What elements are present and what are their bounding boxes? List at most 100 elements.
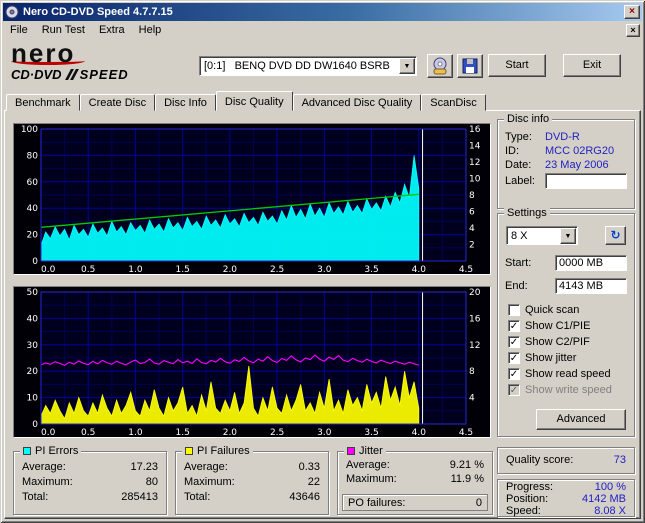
svg-text:16: 16 [469,125,481,135]
speed-value: 8.08 X [594,505,626,517]
floppy-icon [462,58,478,74]
end-label: End: [505,280,528,292]
app-window: Nero CD-DVD Speed 4.7.7.15 × File Run Te… [0,0,645,523]
checkbox-show-jitter[interactable]: ✓ Show jitter [508,350,634,366]
disc-label-field[interactable] [545,173,627,189]
checkbox-label: Show write speed [525,384,612,396]
maximum-label: Maximum: [346,473,397,485]
start-button[interactable]: Start [488,54,546,77]
advanced-button[interactable]: Advanced [536,409,626,430]
pi-failures-maximum: 22 [307,476,320,488]
exit-button[interactable]: Exit [563,54,621,77]
checkbox-label: Show C2/PIF [525,336,590,348]
tab-scandisc[interactable]: ScanDisc [421,94,486,111]
hand-disc-icon [433,57,447,75]
svg-text:8: 8 [469,367,475,377]
start-field[interactable]: 0000 MB [555,255,627,271]
checkbox-quick-scan[interactable]: Quick scan [508,302,634,318]
jitter-average: 9.21 % [449,459,484,471]
jitter-title: Jitter [359,445,383,457]
svg-text:10: 10 [469,175,481,185]
quality-score-label: Quality score: [506,454,574,466]
tab-create-disc[interactable]: Create Disc [79,94,156,111]
titlebar[interactable]: Nero CD-DVD Speed 4.7.7.15 × [3,3,642,21]
svg-text:3.5: 3.5 [364,265,378,275]
svg-text:4.0: 4.0 [412,428,427,438]
svg-text:0: 0 [32,257,38,267]
start-label: Start: [505,257,532,269]
drive-select[interactable]: [0:1] BENQ DVD DD DW1640 BSRB ▼ [199,56,417,76]
tab-disc-quality[interactable]: Disc Quality [215,91,293,111]
tab-benchmark[interactable]: Benchmark [6,94,80,111]
svg-text:0.5: 0.5 [81,265,95,275]
speed-select-value: 8 X [511,229,528,242]
svg-text:0.0: 0.0 [41,428,56,438]
pi-failures-color-swatch [185,447,193,455]
menu-run-test[interactable]: Run Test [35,22,92,38]
svg-text:30: 30 [27,341,39,351]
speed-select[interactable]: 8 X ▼ [506,226,578,245]
refresh-button[interactable]: ↻ [605,226,626,245]
checkbox-show-write-speed: ✓ Show write speed [508,382,634,398]
svg-text:20: 20 [469,288,481,298]
total-label: Total: [184,491,211,503]
disc-id-value: MCC 02RG20 [545,145,615,157]
svg-text:14: 14 [469,142,481,152]
checkbox-show-read-speed[interactable]: ✓ Show read speed [508,366,634,382]
checkbox-box[interactable]: ✓ [508,336,520,348]
save-button[interactable] [457,54,483,78]
svg-text:12: 12 [469,158,480,168]
end-field[interactable]: 4143 MB [555,278,627,294]
progress-label: Progress: [506,481,554,493]
svg-text:8: 8 [469,191,475,201]
drive-select-value: [0:1] BENQ DVD DD DW1640 BSRB [204,60,390,72]
maximum-label: Maximum: [22,476,73,488]
svg-text:0.0: 0.0 [41,265,56,275]
po-failures-box: PO failures: 0 [342,494,488,511]
po-failures-label: PO failures: [348,496,406,509]
settings-group: Settings 8 X ▼ ↻ Start: 0000 MB End: 4143 … [497,206,635,437]
svg-text:60: 60 [27,178,39,188]
checkbox-box[interactable]: ✓ [508,352,520,364]
svg-text:100: 100 [21,125,38,135]
jitter-stats-group: Jitter Average: 9.21 % Maximum: 11.9 % PO … [337,444,493,515]
close-button[interactable]: × [624,5,640,19]
disc-id-label: ID: [505,145,520,157]
menu-help[interactable]: Help [132,22,169,38]
svg-text:20: 20 [27,367,39,377]
speed-label: Speed: [506,505,541,517]
checkbox-label: Quick scan [525,304,580,316]
logo-speed-text: SPEED [79,67,129,82]
nero-logo-text: nero [11,38,76,68]
chevron-down-icon[interactable]: ▼ [399,58,415,74]
checkbox-show-c2-pif[interactable]: ✓ Show C2/PIF [508,334,634,350]
svg-text:4: 4 [469,224,475,234]
menu-close-button[interactable]: × [626,23,640,37]
svg-text:20: 20 [27,231,39,241]
disc-quality-panel: 100 80 60 40 20 0 16 14 12 10 8 6 4 2 0.0 0.5 1.0 1.5 2.0 2… [4,110,641,519]
pi-failures-jitter-chart: 50 40 30 20 10 0 20 16 12 8 4 0.0 0.5 1.0 1.5 2.0 2.5 3.0… [13,286,491,438]
checkbox-box[interactable]: ✓ [508,368,520,380]
svg-text:1.0: 1.0 [128,428,143,438]
menu-file[interactable]: File [3,22,35,38]
disc-date-value: 23 May 2006 [545,159,609,171]
checkbox-show-c1-pie[interactable]: ✓ Show C1/PIE [508,318,634,334]
checkbox-box[interactable] [508,304,520,316]
window-title: Nero CD-DVD Speed 4.7.7.15 [23,6,173,18]
chevron-down-icon[interactable]: ▼ [560,227,576,244]
disc-type-value: DVD-R [545,131,580,143]
eject-disc-button[interactable] [427,54,453,78]
svg-text:3.5: 3.5 [364,428,378,438]
checkbox-label: Show C1/PIE [525,320,591,332]
menu-extra[interactable]: Extra [92,22,132,38]
maximum-label: Maximum: [184,476,235,488]
app-icon [5,5,19,19]
svg-text:2: 2 [469,241,475,251]
tab-advanced-disc-quality[interactable]: Advanced Disc Quality [292,94,422,111]
menubar: File Run Test Extra Help × [3,21,642,39]
svg-text:12: 12 [469,341,480,351]
svg-text:10: 10 [27,394,39,404]
svg-text:2.0: 2.0 [223,265,238,275]
checkbox-box[interactable]: ✓ [508,320,520,332]
tab-disc-info[interactable]: Disc Info [155,94,216,111]
